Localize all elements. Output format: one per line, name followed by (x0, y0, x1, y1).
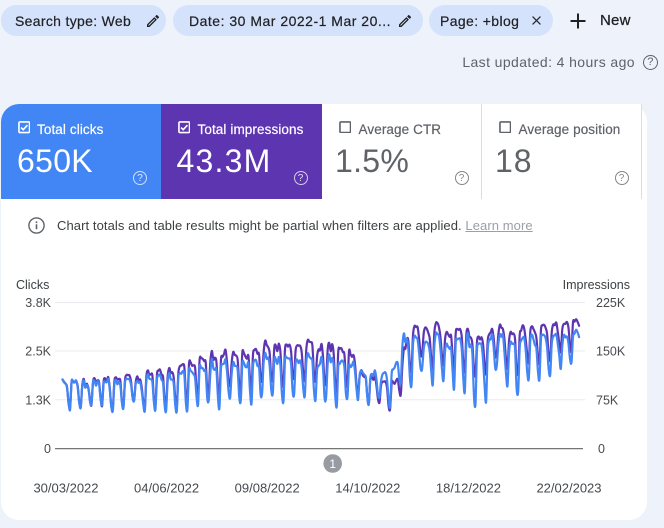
svg-text:2.5K: 2.5K (25, 345, 51, 359)
svg-text:1: 1 (329, 457, 336, 471)
svg-text:225K: 225K (596, 296, 626, 310)
svg-text:09/08/2022: 09/08/2022 (235, 481, 300, 496)
svg-text:1.3K: 1.3K (25, 393, 51, 407)
svg-text:18/12/2022: 18/12/2022 (436, 481, 501, 496)
svg-text:0: 0 (598, 442, 605, 456)
svg-text:04/06/2022: 04/06/2022 (134, 481, 199, 496)
svg-text:30/03/2022: 30/03/2022 (33, 481, 98, 496)
svg-text:75K: 75K (596, 393, 619, 407)
svg-text:22/02/2023: 22/02/2023 (536, 481, 601, 496)
svg-text:150K: 150K (596, 345, 626, 359)
svg-text:Clicks: Clicks (16, 278, 49, 292)
svg-text:0: 0 (44, 442, 51, 456)
svg-text:3.8K: 3.8K (25, 296, 51, 310)
svg-text:Impressions: Impressions (563, 278, 630, 292)
svg-text:14/10/2022: 14/10/2022 (335, 481, 400, 496)
